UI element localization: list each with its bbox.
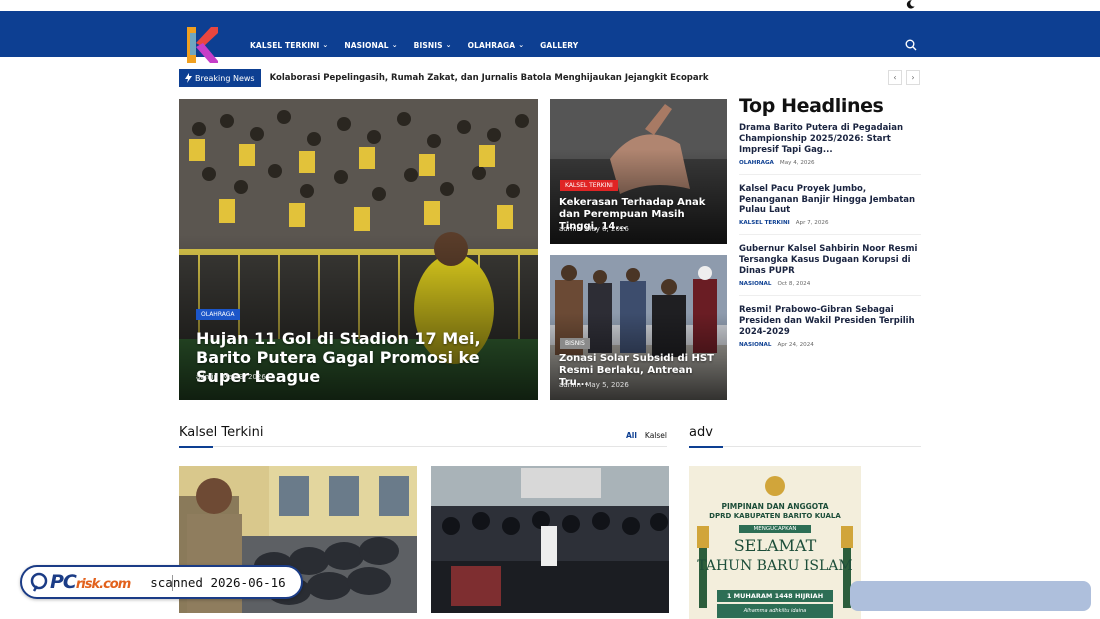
- nav-item-bisnis[interactable]: BISNIS ⌄: [414, 41, 452, 50]
- post-date: May 3, 2026: [222, 373, 266, 381]
- nav-item-gallery[interactable]: GALLERY: [540, 41, 578, 50]
- primary-nav: KALSEL TERKINI ⌄ NASIONAL ⌄ BISNIS ⌄ OLAHRA…: [250, 22, 594, 68]
- pcrisk-watermark: PCrisk.com scanned 2026-06-16: [20, 565, 303, 599]
- section-divider: [689, 446, 921, 447]
- post-date: May 8, 2026: [585, 225, 629, 233]
- advertisement-banner[interactable]: PIMPINAN DAN ANGGOTA DPRD KABUPATEN BARI…: [689, 466, 861, 619]
- category-link[interactable]: KALSEL TERKINI: [739, 220, 790, 226]
- featured-card[interactable]: KALSEL TERKINI Kekerasan Terhadap Anak d…: [550, 99, 727, 244]
- chevron-down-icon: ⌄: [391, 41, 398, 49]
- post-date: Oct 8, 2024: [777, 280, 811, 287]
- article-thumbnail[interactable]: [431, 466, 669, 613]
- tab-kalsel[interactable]: Kalsel: [645, 431, 667, 440]
- breaking-news-headline[interactable]: Kolaborasi Pepelingasih, Rumah Zakat, da…: [270, 73, 709, 83]
- ad-text-2: DPRD KABUPATEN BARITO KUALA: [709, 512, 841, 520]
- headline-title[interactable]: Kalsel Pacu Proyek Jumbo, Penanganan Ban…: [739, 184, 921, 217]
- hero-article[interactable]: OLAHRAGA Hujan 11 Gol di Stadion 17 Mei,…: [179, 99, 538, 400]
- category-badge[interactable]: KALSEL TERKINI: [560, 180, 618, 191]
- main-navbar: KALSEL TERKINI ⌄ NASIONAL ⌄ BISNIS ⌄ OLAHRA…: [0, 11, 1100, 63]
- headline-item: Kalsel Pacu Proyek Jumbo, Penanganan Ban…: [739, 184, 921, 236]
- top-headlines: Top Headlines Drama Barito Putera di Peg…: [739, 95, 921, 365]
- headline-item: Gubernur Kalsel Sahbirin Noor Resmi Ters…: [739, 244, 921, 296]
- moon-icon[interactable]: [905, 0, 916, 10]
- chevron-down-icon: ⌄: [445, 41, 452, 49]
- hero-meta: admin May 3, 2026: [196, 373, 266, 381]
- breaking-news-controls: ‹ ›: [888, 70, 920, 85]
- ad-text-7: Alhamma adhkiltu idaina: [743, 608, 807, 614]
- kalsel-terkini-section: Kalsel Terkini All Kalsel: [179, 425, 667, 448]
- headline-title[interactable]: Drama Barito Putera di Pegadaian Champio…: [739, 123, 921, 156]
- section-accent: [689, 446, 723, 448]
- post-date: May 4, 2026: [779, 159, 815, 166]
- chevron-down-icon: ⌄: [322, 41, 329, 49]
- headline-item: Drama Barito Putera di Pegadaian Champio…: [739, 123, 921, 175]
- nav-item-olahraga[interactable]: OLAHRAGA ⌄: [468, 41, 525, 50]
- adv-section: adv: [689, 425, 921, 448]
- post-date: May 5, 2026: [585, 381, 629, 389]
- headline-meta: KALSEL TERKINI Apr 7, 2026: [739, 220, 921, 226]
- floating-bar[interactable]: [850, 581, 1091, 611]
- pcrisk-logo-icon: [30, 572, 48, 592]
- top-utility-bar: [0, 0, 1100, 11]
- author[interactable]: admin: [559, 381, 581, 389]
- section-title: Kalsel Terkini: [179, 425, 264, 440]
- ad-text-4: SELAMAT: [733, 536, 817, 555]
- featured-card[interactable]: BISNIS Zonasi Solar Subsidi di HST Resmi…: [550, 255, 727, 400]
- post-date: Apr 24, 2024: [777, 341, 814, 348]
- post-date: Apr 7, 2026: [795, 220, 829, 227]
- ad-text-3: MENGUCAPKAN: [739, 525, 811, 533]
- section-title: Top Headlines: [739, 95, 884, 117]
- category-badge[interactable]: BISNIS: [560, 338, 590, 349]
- section-accent: [179, 446, 213, 448]
- headline-meta: NASIONAL Apr 24, 2024: [739, 342, 921, 348]
- ad-text-1: PIMPINAN DAN ANGGOTA: [721, 502, 829, 511]
- category-link[interactable]: OLAHRAGA: [739, 160, 774, 166]
- tab-all[interactable]: All: [626, 431, 637, 440]
- prev-button[interactable]: ‹: [888, 70, 902, 85]
- headline-title[interactable]: Gubernur Kalsel Sahbirin Noor Resmi Ters…: [739, 244, 921, 277]
- section-tabs: All Kalsel: [626, 431, 667, 440]
- ad-text-6: 1 MUHARAM 1448 HIJRIAH: [717, 590, 833, 602]
- pcrisk-brand: PCrisk.com: [50, 571, 131, 593]
- ad-text-5: TAHUN BARU ISLAM: [697, 558, 853, 574]
- card-meta: admin May 8, 2026: [559, 225, 629, 233]
- headline-item: Resmi! Prabowo-Gibran Sebagai Presiden d…: [739, 305, 921, 356]
- breaking-news-ticker: Breaking News Kolaborasi Pepelingasih, R…: [179, 69, 708, 87]
- search-icon[interactable]: [905, 39, 917, 51]
- author[interactable]: admin: [196, 373, 218, 381]
- nav-item-nasional[interactable]: NASIONAL ⌄: [344, 41, 397, 50]
- category-badge[interactable]: OLAHRAGA: [196, 309, 240, 320]
- breaking-news-badge: Breaking News: [179, 69, 261, 87]
- nav-item-kalsel-terkini[interactable]: KALSEL TERKINI ⌄: [250, 41, 328, 50]
- section-divider: [179, 446, 667, 447]
- author[interactable]: admin: [559, 225, 581, 233]
- next-button[interactable]: ›: [906, 70, 920, 85]
- site-logo[interactable]: [185, 25, 219, 65]
- thumbnail-image: [431, 466, 669, 613]
- category-link[interactable]: NASIONAL: [739, 342, 771, 348]
- category-link[interactable]: NASIONAL: [739, 281, 771, 287]
- divider: [172, 575, 173, 591]
- card-meta: admin May 5, 2026: [559, 381, 629, 389]
- headline-title[interactable]: Resmi! Prabowo-Gibran Sebagai Presiden d…: [739, 305, 921, 338]
- chevron-down-icon: ⌄: [518, 41, 525, 49]
- headline-meta: NASIONAL Oct 8, 2024: [739, 281, 921, 287]
- scan-date: scanned 2026-06-16: [150, 574, 286, 590]
- section-title: adv: [689, 425, 713, 440]
- bolt-icon: [185, 73, 192, 83]
- headline-meta: OLAHRAGA May 4, 2026: [739, 160, 921, 166]
